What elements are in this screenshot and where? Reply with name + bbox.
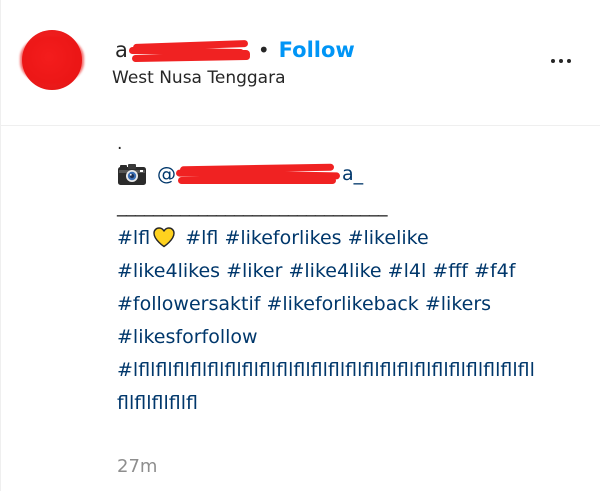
username[interactable]: a xyxy=(115,38,250,63)
hashtag-link[interactable]: #likesforfollow xyxy=(117,326,258,348)
yellow-heart-emoji-icon xyxy=(153,227,175,248)
username-row: a • Follow xyxy=(115,36,355,64)
hashtag-line: fllfllfllfllfl xyxy=(117,387,587,420)
more-options-icon[interactable] xyxy=(543,53,579,69)
instagram-post: a • Follow West Nusa Tenggara . @ a_ ___… xyxy=(0,0,600,491)
hashtag-link[interactable]: #lfllfllfllfllfllfllfllfllfllfllfllfllfl… xyxy=(117,359,535,381)
more-dot xyxy=(559,59,563,63)
hashtag-line: #likesforfollow xyxy=(117,321,587,354)
camera-emoji-icon xyxy=(118,164,146,185)
username-visible-start: a xyxy=(115,38,128,62)
post-timestamp[interactable]: 27m xyxy=(117,456,157,477)
hashtag-link[interactable]: #likeforlikeback xyxy=(266,293,418,315)
username-redaction xyxy=(128,39,250,63)
avatar[interactable] xyxy=(22,30,82,90)
location-link[interactable]: West Nusa Tenggara xyxy=(112,68,286,88)
hashtag-block: #lfl #lfl #likeforlikes #likelike #like4l… xyxy=(117,222,587,420)
hashtag-link[interactable]: #liker xyxy=(226,260,282,282)
more-dot xyxy=(567,59,571,63)
hashtag-link[interactable]: #likers xyxy=(425,293,491,315)
mention-suffix: a_ xyxy=(342,162,364,185)
mention-redaction xyxy=(175,162,342,186)
hashtag-link[interactable]: #lfl xyxy=(185,227,218,249)
hashtag-link[interactable]: #likeforlikes xyxy=(224,227,341,249)
hashtag-link[interactable]: #f4f xyxy=(474,260,515,282)
hashtag-link[interactable]: #like4like xyxy=(288,260,381,282)
caption-divider-line: ______________________________ xyxy=(117,195,388,217)
post-caption: . @ a_ ______________________________ #l… xyxy=(117,134,587,420)
separator-dot: • xyxy=(257,38,270,62)
hashtag-line: #like4likes #liker #like4like #l4l #fff … xyxy=(117,255,587,288)
follow-button[interactable]: Follow xyxy=(279,38,355,62)
more-dot xyxy=(551,59,555,63)
mention-prefix: @ xyxy=(157,162,176,185)
hashtag-link[interactable]: #followersaktif xyxy=(117,293,260,315)
hashtag-line: #lfllfllfllfllfllfllfllfllfllfllfllfllfl… xyxy=(117,354,587,387)
caption-period: . xyxy=(117,134,123,154)
hashtag-line: #followersaktif #likeforlikeback #likers xyxy=(117,288,587,321)
caption-mention-row: @ a_ xyxy=(117,156,587,192)
hashtag-link[interactable]: #likelike xyxy=(348,227,429,249)
hashtag-line: #lfl #lfl #likeforlikes #likelike xyxy=(117,222,587,255)
hashtag-link[interactable]: fllfllfllfllfl xyxy=(117,392,198,414)
user-mention[interactable]: @ a_ xyxy=(157,158,363,191)
hashtag-link[interactable]: #l4l xyxy=(388,260,427,282)
hashtag-link[interactable]: #fff xyxy=(432,260,468,282)
post-header: a • Follow West Nusa Tenggara xyxy=(1,0,600,126)
hashtag-link[interactable]: #lfl xyxy=(117,227,150,249)
hashtag-link[interactable]: #like4likes xyxy=(117,260,220,282)
